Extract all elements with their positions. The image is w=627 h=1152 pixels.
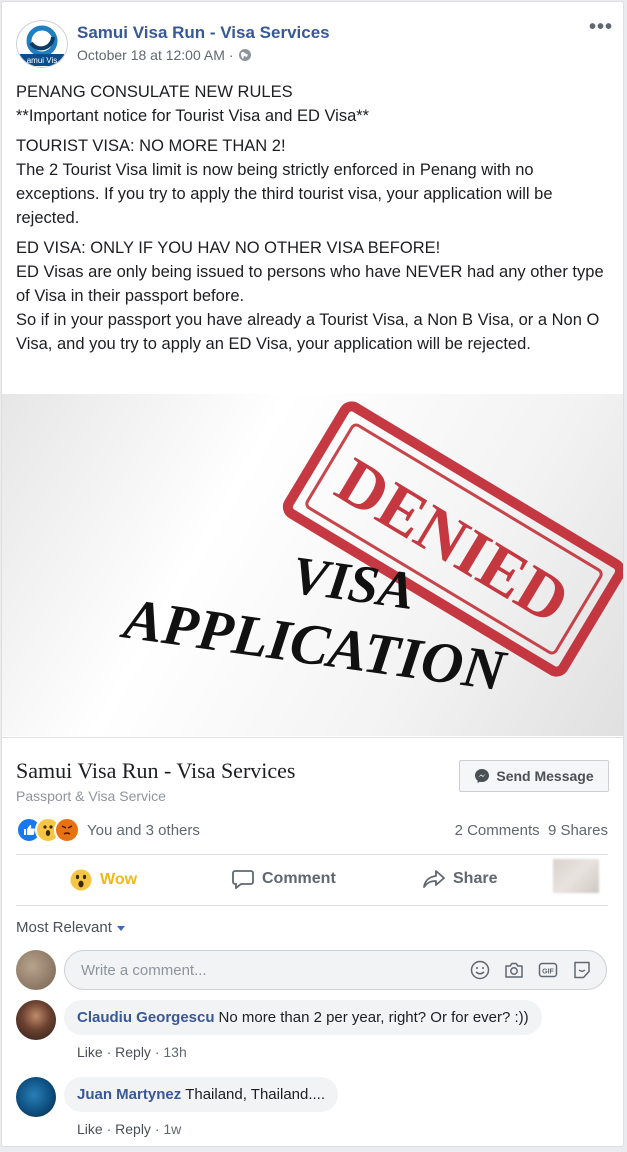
post-date[interactable]: October 18 at 12:00 AM [77,47,225,63]
comment-icon [232,870,254,889]
comment-button[interactable]: Comment [232,869,336,889]
profile-thumbnail[interactable] [553,859,599,893]
globe-icon[interactable] [238,48,252,62]
emoji-icon[interactable] [470,960,490,980]
link-subtitle: Passport & Visa Service [16,788,166,804]
post-header: amui Vis Samui Visa Run - Visa Services … [2,2,623,76]
angry-reaction-icon [54,817,80,843]
reaction-summary-text[interactable]: You and 3 others [87,822,200,839]
svg-text:GIF: GIF [542,969,554,976]
page-link-box[interactable]: Samui Visa Run - Visa Services Passport … [2,737,623,810]
comments-count[interactable]: 2 Comments [455,822,540,839]
post-text: PENANG CONSULATE NEW RULES **Important n… [16,80,606,362]
post-card: amui Vis Samui Visa Run - Visa Services … [1,1,624,1147]
caret-down-icon [116,925,125,931]
comment-meta: Like · Reply · 1w [77,1121,182,1137]
visa-word: VISA [288,545,418,622]
denied-visa-image: DENIED VISA APPLICATION [117,401,623,704]
post-actions: Wow Comment Share [2,857,623,905]
messenger-icon [475,769,490,783]
camera-icon[interactable] [504,960,524,980]
logo-text: amui Vis [27,56,58,65]
send-message-label: Send Message [496,768,594,784]
comment-input[interactable] [79,961,443,980]
link-title[interactable]: Samui Visa Run - Visa Services [16,758,295,784]
reaction-icons[interactable] [16,817,80,843]
text-line: So if in your passport you have already … [16,311,600,353]
share-button[interactable]: Share [423,869,497,889]
comment-time[interactable]: 13h [163,1044,186,1060]
post-meta: October 18 at 12:00 AM · [77,47,252,63]
text-line: TOURIST VISA: NO MORE THAN 2! [16,137,286,155]
wow-emoji-icon [70,869,92,891]
reaction-summary: You and 3 others 2 Comments 9 Shares [16,817,608,843]
paragraph-1: PENANG CONSULATE NEW RULES **Important n… [16,80,606,128]
wow-button[interactable]: Wow [70,869,137,891]
gif-icon[interactable]: GIF [538,960,558,980]
shares-count[interactable]: 9 Shares [548,822,608,839]
share-label: Share [453,870,498,887]
comment-item: Claudiu Georgescu No more than 2 per year… [16,1000,608,1062]
share-icon [423,870,445,888]
current-user-avatar[interactable] [16,950,56,990]
engagement-counts: 2 Comments 9 Shares [455,822,608,839]
post-image[interactable]: DENIED VISA APPLICATION [2,394,623,736]
comment-label: Comment [262,870,336,887]
page-name-link[interactable]: Samui Visa Run - Visa Services [77,23,330,43]
like-link[interactable]: Like [77,1044,103,1060]
text-line: The 2 Tourist Visa limit is now being st… [16,161,553,227]
comment-box[interactable]: GIF [64,950,607,990]
comment-author[interactable]: Claudiu Georgescu [77,1009,215,1026]
comment-sort-dropdown[interactable]: Most Relevant [16,919,126,936]
comment-author[interactable]: Juan Martynez [77,1086,181,1103]
comment-bubble: Claudiu Georgescu No more than 2 per year… [64,1000,542,1035]
comment-time[interactable]: 1w [163,1121,181,1137]
comment-bubble: Juan Martynez Thailand, Thailand.... [64,1077,339,1112]
text-line: **Important notice for Tourist Visa and … [16,107,370,125]
page-avatar[interactable]: amui Vis [16,20,68,68]
paragraph-3: ED VISA: ONLY IF YOU HAV NO OTHER VISA B… [16,236,606,356]
comment-tools: GIF [470,960,592,980]
divider [16,905,608,906]
text-line: PENANG CONSULATE NEW RULES [16,83,293,101]
reply-link[interactable]: Reply [115,1121,151,1137]
samui-logo-icon: amui Vis [20,25,64,66]
like-link[interactable]: Like [77,1121,103,1137]
wow-label: Wow [100,871,138,888]
comment-item: Juan Martynez Thailand, Thailand.... Like… [16,1077,608,1139]
paragraph-2: TOURIST VISA: NO MORE THAN 2! The 2 Tour… [16,134,606,230]
divider [16,854,608,855]
comment-text: No more than 2 per year, right? Or for e… [218,1009,529,1026]
sticker-icon[interactable] [572,960,592,980]
more-options-icon[interactable]: ••• [589,16,613,39]
sort-label: Most Relevant [16,919,112,936]
commenter-avatar[interactable] [16,1077,56,1117]
send-message-button[interactable]: Send Message [459,760,609,792]
comment-text: Thailand, Thailand.... [185,1086,326,1103]
commenter-avatar[interactable] [16,1000,56,1040]
comment-meta: Like · Reply · 13h [77,1044,187,1060]
reply-link[interactable]: Reply [115,1044,151,1060]
meta-separator: · [228,47,234,63]
text-line: ED Visas are only being issued to person… [16,263,604,305]
text-line: ED VISA: ONLY IF YOU HAV NO OTHER VISA B… [16,239,441,257]
